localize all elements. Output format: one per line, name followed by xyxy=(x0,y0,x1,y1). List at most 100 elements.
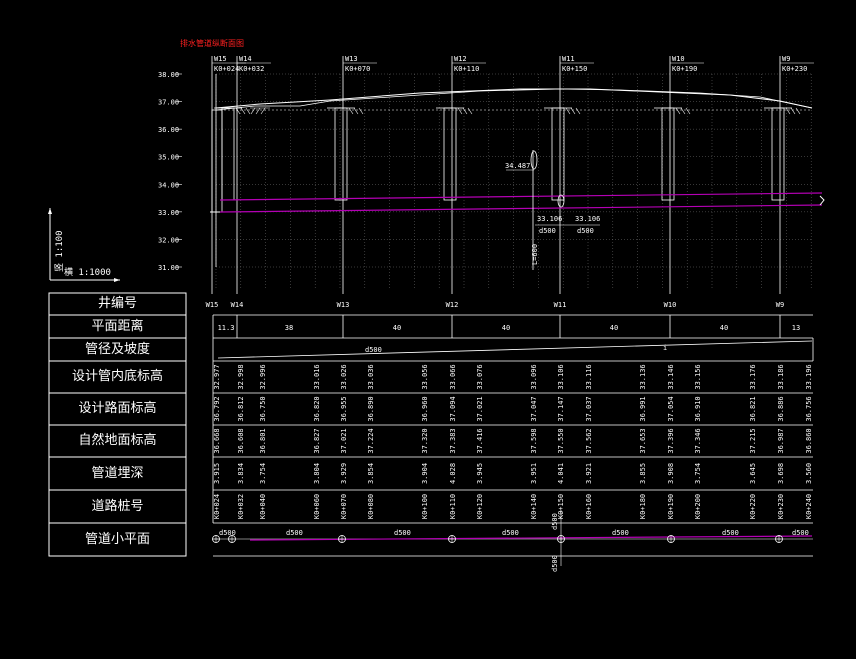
table-value-road: 36.750 xyxy=(259,396,267,421)
table-value-road: 36.792 xyxy=(213,396,221,421)
plan-pipe-label: d500 xyxy=(394,529,411,537)
table-value-depth: 4.041 xyxy=(557,463,565,484)
elevation-tick-label: 34.00 xyxy=(158,181,179,189)
table-value-invert: 33.016 xyxy=(313,364,321,389)
table-value-road: 36.960 xyxy=(421,396,429,421)
table-value-depth: 4.028 xyxy=(449,463,457,484)
pipe-size-label: d500 xyxy=(365,346,382,354)
table-value-stake: K0+220 xyxy=(749,494,757,519)
row-header-label: 自然地面标高 xyxy=(78,433,157,448)
scale-vertical-label: 竖 1:100 xyxy=(54,230,65,272)
well-number-cell: W9 xyxy=(776,301,784,309)
distance-cell: 40 xyxy=(502,324,510,332)
table-value-depth: 3.754 xyxy=(259,463,267,484)
station-name: W13 xyxy=(345,55,358,63)
table-value-depth: 3.929 xyxy=(340,463,348,484)
station-name: W14 xyxy=(239,55,252,63)
station-name: W10 xyxy=(672,55,685,63)
elevation-tick-label: 33.00 xyxy=(158,209,179,217)
elevation-tick-label: 31.00 xyxy=(158,264,179,272)
well-number-cell: W14 xyxy=(231,301,244,309)
row-header-label: 道路桩号 xyxy=(91,498,144,514)
table-value-ground: 37.320 xyxy=(421,428,429,453)
table-value-ground: 37.396 xyxy=(667,428,675,453)
plan-pipe-label: d500 xyxy=(286,529,303,537)
table-value-ground: 37.598 xyxy=(530,428,538,453)
table-value-invert: 33.196 xyxy=(805,364,813,389)
table-value-road: 36.890 xyxy=(367,396,375,421)
annotation-dia-left: d500 xyxy=(539,227,556,235)
table-value-stake: K0+080 xyxy=(367,494,375,519)
elevation-tick-label: 37.00 xyxy=(158,99,179,107)
station-stake: K0+110 xyxy=(454,65,479,73)
station-stake: K0+024 xyxy=(214,65,239,73)
elevation-tick-label: 36.00 xyxy=(158,126,179,134)
table-value-depth: 3.945 xyxy=(476,463,484,484)
annotation-elev-left: 33.106 xyxy=(537,215,562,223)
station-stake: K0+190 xyxy=(672,65,697,73)
table-value-road: 36.886 xyxy=(777,396,785,421)
table-value-road: 36.812 xyxy=(237,396,245,421)
plan-pipe-label: d500 xyxy=(792,529,809,537)
table-value-invert: 32.996 xyxy=(259,364,267,389)
table-value-ground: 37.416 xyxy=(476,428,484,453)
table-value-depth: 3.698 xyxy=(777,463,785,484)
table-value-ground: 37.653 xyxy=(639,428,647,453)
table-value-ground: 37.346 xyxy=(694,428,702,453)
distance-cell: 40 xyxy=(720,324,728,332)
table-value-ground: 37.562 xyxy=(585,428,593,453)
slope-mark: i xyxy=(663,344,667,352)
table-value-ground: 37.215 xyxy=(749,428,757,453)
table-value-invert: 33.136 xyxy=(639,364,647,389)
annotation-elev-right: 33.106 xyxy=(575,215,600,223)
table-value-depth: 3.834 xyxy=(237,463,245,484)
well-number-cell: W12 xyxy=(446,301,459,309)
station-name: W15 xyxy=(214,55,227,63)
table-value-invert: 32.977 xyxy=(213,364,221,389)
distance-cell: 40 xyxy=(610,324,618,332)
table-value-invert: 33.176 xyxy=(749,364,757,389)
table-value-ground: 37.021 xyxy=(340,428,348,453)
table-value-road: 37.021 xyxy=(476,396,484,421)
table-value-depth: 3.804 xyxy=(313,463,321,484)
drawing-title: 排水管道纵断面图 xyxy=(180,38,244,48)
table-value-stake: K0+240 xyxy=(805,494,813,519)
plan-pipe-label: d500 xyxy=(502,529,519,537)
table-value-road: 36.820 xyxy=(313,396,321,421)
table-value-stake: K0+100 xyxy=(421,494,429,519)
table-value-road: 37.054 xyxy=(667,396,675,421)
table-value-stake: K0+060 xyxy=(313,494,321,519)
table-value-depth: 3.951 xyxy=(530,463,538,484)
elevation-tick-label: 35.00 xyxy=(158,154,179,162)
plan-pipe-label: d500 xyxy=(219,529,236,537)
table-value-invert: 33.076 xyxy=(476,364,484,389)
table-value-depth: 3.854 xyxy=(367,463,375,484)
station-name: W11 xyxy=(562,55,575,63)
table-value-ground: 36.801 xyxy=(259,428,267,453)
table-value-stake: K0+040 xyxy=(259,494,267,519)
row-header-label: 平面距离 xyxy=(91,318,144,334)
row-header-label: 设计路面标高 xyxy=(78,401,157,416)
table-value-stake: K0+190 xyxy=(667,494,675,519)
table-value-road: 37.094 xyxy=(449,396,457,421)
distance-cell: 11.3 xyxy=(218,324,235,332)
elevation-tick-label: 38.00 xyxy=(158,71,179,79)
plan-branch-label: d500 xyxy=(551,513,559,530)
distance-cell: 40 xyxy=(393,324,401,332)
table-value-depth: 3.645 xyxy=(749,463,757,484)
table-value-stake: K0+230 xyxy=(777,494,785,519)
annotation-elev: 34.487 xyxy=(505,162,530,170)
table-value-invert: 33.026 xyxy=(340,364,348,389)
table-value-road: 36.756 xyxy=(805,396,813,421)
scale-horizontal-label: 横 1:1000 xyxy=(64,266,111,278)
row-header-label: 管道埋深 xyxy=(91,465,144,481)
table-value-depth: 3.908 xyxy=(667,463,675,484)
table-value-invert: 33.116 xyxy=(585,364,593,389)
annotation-vertical: L=600 xyxy=(531,244,539,265)
row-header-label: 管道小平面 xyxy=(84,531,150,547)
table-value-invert: 33.186 xyxy=(777,364,785,389)
well-number-cell: W13 xyxy=(337,301,350,309)
distance-cell: 13 xyxy=(792,324,800,332)
table-value-road: 36.955 xyxy=(340,396,348,421)
table-value-invert: 33.066 xyxy=(449,364,457,389)
